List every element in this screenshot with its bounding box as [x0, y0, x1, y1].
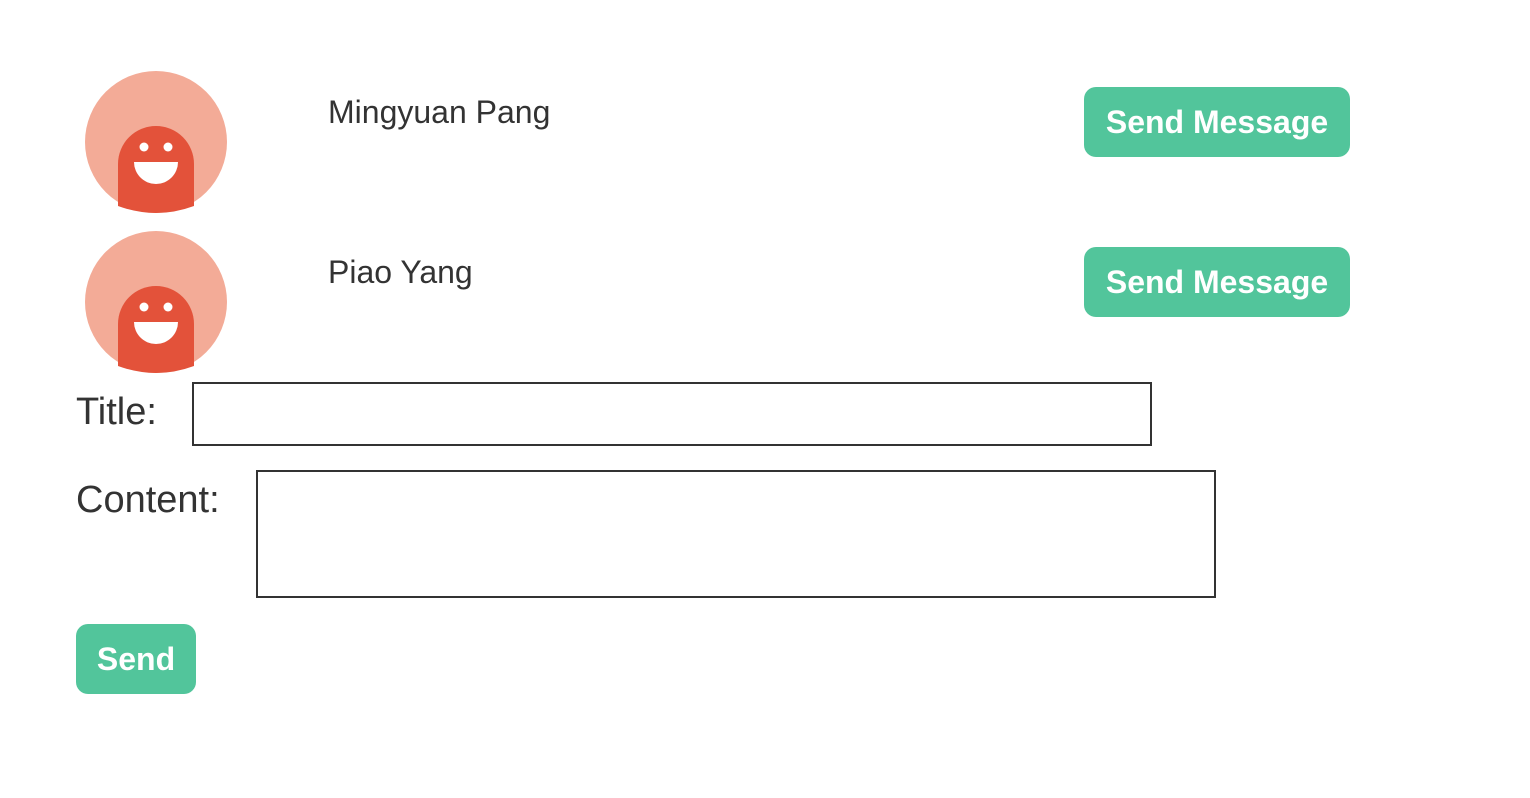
send-message-button[interactable]: Send Message: [1084, 87, 1350, 157]
smiley-avatar-icon: [84, 70, 228, 214]
send-message-button[interactable]: Send Message: [1084, 247, 1350, 317]
send-button[interactable]: Send: [76, 624, 196, 694]
title-input[interactable]: [192, 382, 1152, 446]
content-textarea[interactable]: [256, 470, 1216, 598]
message-page: Mingyuan Pang Send Message Piao Yang Sen…: [0, 0, 1530, 798]
contact-row: Mingyuan Pang Send Message: [0, 70, 1530, 220]
content-label: Content:: [76, 479, 220, 521]
title-label: Title:: [76, 391, 157, 433]
smiley-avatar-icon: [84, 230, 228, 374]
contact-row: Piao Yang Send Message: [0, 230, 1530, 380]
contact-name: Mingyuan Pang: [328, 94, 551, 130]
contact-name: Piao Yang: [328, 254, 473, 290]
